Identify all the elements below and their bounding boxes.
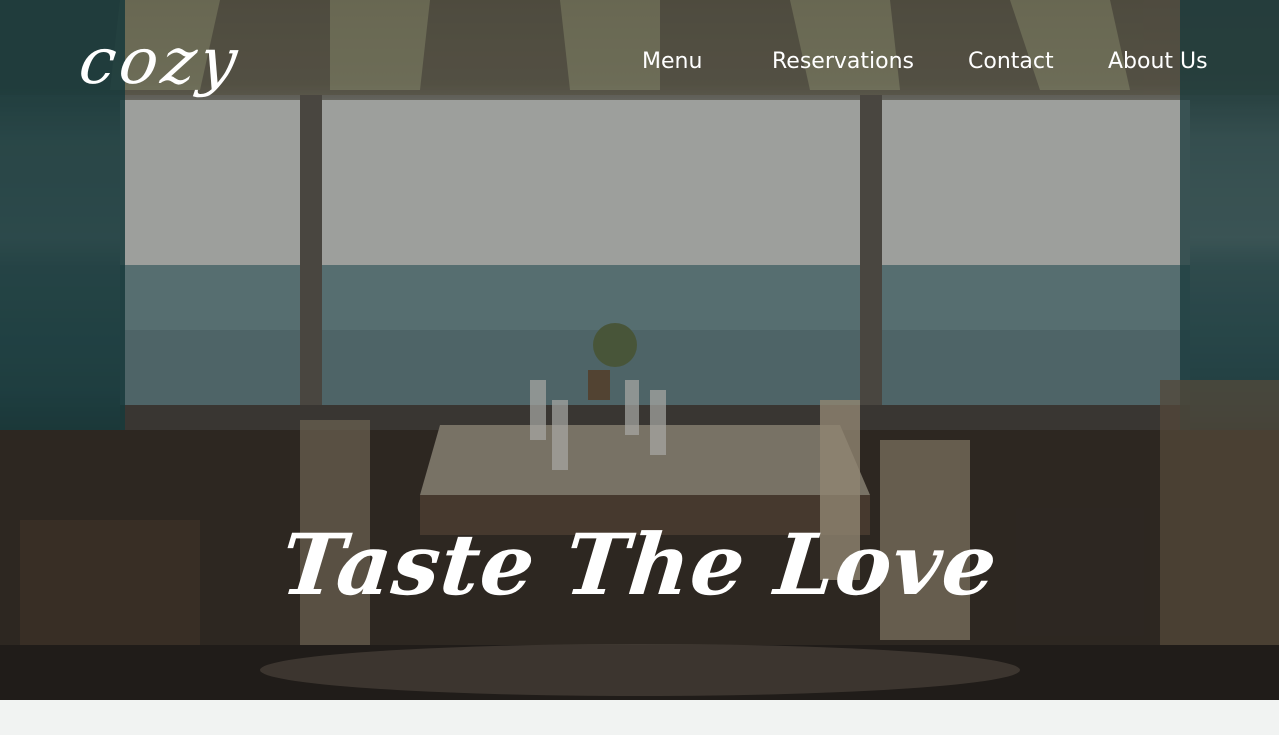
nav-item-about-us[interactable]: About Us: [1108, 46, 1208, 78]
page-below-hero: [0, 700, 1279, 735]
hero-headline: Taste The Love: [276, 515, 1003, 614]
nav-item-reservations[interactable]: Reservations: [772, 46, 914, 78]
nav-item-menu[interactable]: Menu: [642, 46, 702, 78]
nav-item-contact[interactable]: Contact: [968, 46, 1054, 78]
hero-section: cozy Menu Reservations Contact About Us …: [0, 0, 1279, 700]
main-nav: Menu Reservations Contact About Us: [0, 46, 1279, 78]
